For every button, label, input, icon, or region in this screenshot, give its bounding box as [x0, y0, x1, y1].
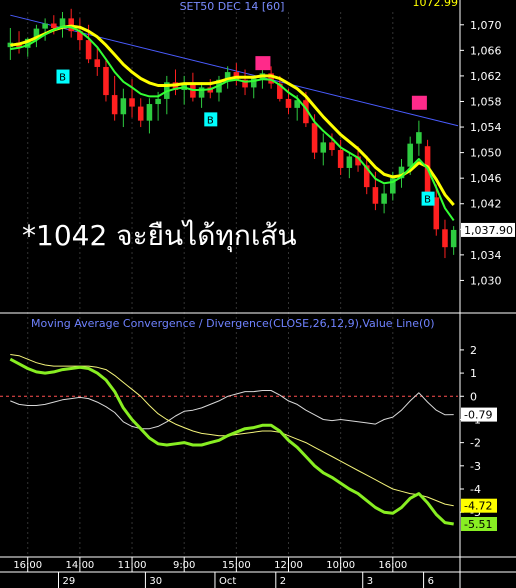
- chart-title: SET50 DEC 14 [60]: [180, 0, 285, 13]
- candle-body: [372, 187, 379, 204]
- signal-value-label: -4.72: [464, 500, 492, 513]
- price-tick-label: 1,046: [470, 172, 502, 185]
- corner-value: 1072.99: [413, 0, 459, 9]
- candle-body: [285, 98, 292, 108]
- time-tick-label: 9:00: [173, 560, 195, 571]
- time-tick-label: 11:00: [118, 560, 147, 571]
- candle-body: [42, 23, 48, 29]
- sell-marker: [255, 56, 271, 71]
- candle-body: [346, 156, 353, 168]
- macd-tick-label: 0: [470, 390, 477, 403]
- candle-body: [129, 98, 135, 107]
- value-value-label: -0.79: [464, 409, 492, 422]
- macd-tick-label: -3: [470, 460, 481, 473]
- date-tick-label: 3: [367, 576, 373, 587]
- candle-body: [120, 98, 127, 115]
- candle-body: [190, 84, 196, 98]
- macd-tick-label: -2: [470, 437, 481, 450]
- macd-tick-label: 2: [470, 344, 477, 357]
- candle-body: [311, 123, 318, 153]
- candle-body: [407, 143, 413, 167]
- time-tick-label: 10:00: [326, 560, 355, 571]
- date-tick-label: 6: [428, 576, 434, 587]
- price-tick-label: 1,062: [470, 70, 502, 83]
- time-tick-label: 15:00: [222, 560, 251, 571]
- candle-body: [416, 132, 422, 144]
- last-price-label: 1,037.90: [464, 224, 513, 237]
- chart-canvas: B B B 1,070 1,066 1,062 1,058 1,054 1,050 1,046 1…: [0, 0, 516, 588]
- candle-body: [51, 23, 57, 28]
- candle-body: [137, 106, 144, 121]
- price-tick-label: 1,070: [470, 19, 502, 32]
- buy-marker-label: B: [424, 195, 431, 206]
- date-tick-label: Oct: [219, 576, 236, 587]
- buy-marker-label: B: [207, 115, 214, 126]
- candle-body: [320, 142, 327, 153]
- macd-value-label: -5.51: [464, 518, 492, 531]
- macd-title: Moving Average Convergence / Divergence(…: [31, 317, 435, 330]
- candle-body: [329, 142, 335, 151]
- time-tick-label: 16:00: [378, 560, 407, 571]
- date-tick-label: 2: [280, 576, 286, 587]
- time-tick-label: 16:00: [13, 560, 42, 571]
- annotation-text: *1042 จะยืนได้ทุกเส้น: [22, 219, 297, 252]
- macd-tick-label: 1: [470, 367, 477, 380]
- candle-body: [381, 193, 387, 204]
- candle-body: [155, 98, 161, 105]
- candle-body: [146, 104, 153, 121]
- background: [0, 0, 516, 588]
- buy-marker-label: B: [59, 73, 66, 84]
- price-tick-label: 1,066: [470, 44, 502, 57]
- price-tick-label: 1,050: [470, 147, 502, 160]
- time-tick-label: 14:00: [65, 560, 94, 571]
- price-tick-label: 1,042: [470, 198, 502, 211]
- candle-body: [85, 40, 92, 60]
- price-tick-label: 1,034: [470, 249, 502, 262]
- macd-tick-label: -4: [470, 483, 481, 496]
- candle-body: [450, 229, 457, 248]
- sell-marker: [411, 95, 427, 110]
- candle-body: [337, 150, 344, 168]
- candle-body: [94, 59, 101, 67]
- price-tick-label: 1,030: [470, 274, 502, 287]
- date-tick-label: 29: [63, 576, 76, 587]
- candle-body: [103, 66, 109, 96]
- time-tick-label: 12:00: [274, 560, 303, 571]
- price-tick-label: 1,054: [470, 121, 502, 134]
- price-tick-label: 1,058: [470, 95, 502, 108]
- candle-body: [442, 229, 448, 248]
- candle-body: [111, 95, 118, 115]
- date-tick-label: 30: [149, 576, 162, 587]
